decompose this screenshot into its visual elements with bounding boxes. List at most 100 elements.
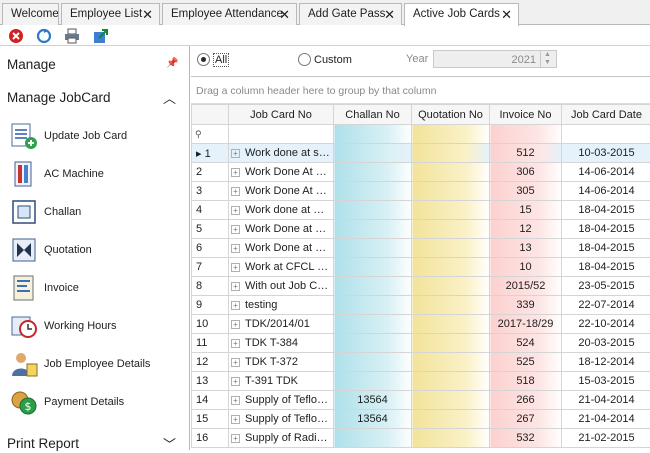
job-card-date-cell[interactable]: 18-04-2015 [562,220,650,239]
quotation-no-cell[interactable] [412,144,490,163]
expand-row-icon[interactable]: + [231,396,240,405]
job-card-date-cell[interactable]: 22-07-2014 [562,296,650,315]
job-card-no-cell[interactable]: +TDK T-372 [229,353,334,372]
radio-custom[interactable] [298,53,311,66]
invoice-no-cell[interactable]: 13 [490,239,562,258]
job-card-no-cell[interactable]: +T-391 TDK [229,372,334,391]
row-number-cell[interactable]: 13 [192,372,229,391]
table-row[interactable]: 7+Work at CFCL Site1018-04-2015 [192,258,650,277]
expand-row-icon[interactable]: + [231,434,240,443]
row-number-cell[interactable]: 7 [192,258,229,277]
job-card-date-cell[interactable]: 18-04-2015 [562,201,650,220]
quotation-no-cell[interactable] [412,410,490,429]
challan-no-cell[interactable] [334,182,412,201]
invoice-no-cell[interactable]: 524 [490,334,562,353]
sidebar-item-quotation[interactable]: Quotation [10,236,185,266]
expand-row-icon[interactable]: + [231,301,240,310]
row-number-cell[interactable]: ▸ 1 [192,144,229,163]
challan-no-cell[interactable] [334,353,412,372]
job-card-no-cell[interactable]: +TDK T-384 [229,334,334,353]
job-card-date-cell[interactable]: 20-03-2015 [562,334,650,353]
close-tab-icon[interactable]: ✕ [279,4,290,25]
quotation-no-cell[interactable] [412,258,490,277]
challan-no-cell[interactable] [334,258,412,277]
table-row[interactable]: 11+TDK T-384 52420-03-2015 [192,334,650,353]
column-header-quotation-no[interactable]: Quotation No [412,105,490,125]
table-row[interactable]: 2+Work Done At Plant 30614-06-2014 [192,163,650,182]
row-number-cell[interactable]: 9 [192,296,229,315]
quotation-no-cell[interactable] [412,429,490,448]
expand-row-icon[interactable]: + [231,168,240,177]
invoice-no-cell[interactable]: 10 [490,258,562,277]
job-card-date-cell[interactable]: 18-04-2015 [562,258,650,277]
quotation-no-cell[interactable] [412,296,490,315]
sidebar-item-working-hours[interactable]: Working Hours [10,312,185,342]
job-card-no-cell[interactable]: +Supply of Teflon Gasket [229,410,334,429]
job-card-no-cell[interactable]: +Work done at CFCL [229,201,334,220]
job-card-date-cell[interactable]: 14-06-2014 [562,163,650,182]
job-card-no-cell[interactable]: +Work done at site [229,144,334,163]
table-row[interactable]: 10+TDK/2014/012017-18/2922-10-2014 [192,315,650,334]
job-card-no-cell[interactable]: +Supply of Teflon Gasket [229,391,334,410]
job-card-no-cell[interactable]: +With out Job Card [229,277,334,296]
export-icon[interactable] [93,28,109,44]
group-header-manage-jobcard[interactable]: Manage JobCard [7,90,111,105]
table-row[interactable]: 13+T-391 TDK 51815-03-2015 [192,372,650,391]
row-number-cell[interactable]: 11 [192,334,229,353]
invoice-no-cell[interactable]: 12 [490,220,562,239]
job-card-date-cell[interactable]: 21-02-2015 [562,429,650,448]
table-row[interactable]: 16+Supply of Radiation53221-02-2015 [192,429,650,448]
table-row[interactable]: 12+TDK T-37252518-12-2014 [192,353,650,372]
challan-no-cell[interactable] [334,144,412,163]
job-card-no-cell[interactable]: +Work Done at CFCL [229,239,334,258]
job-card-no-cell[interactable]: +Work Done At Plant [229,182,334,201]
close-tab-icon[interactable]: ✕ [142,4,153,25]
column-header-challan-no[interactable]: Challan No [334,105,412,125]
job-card-date-cell[interactable]: 21-04-2014 [562,410,650,429]
table-row[interactable]: 8+With out Job Card2015/5223-05-2015 [192,277,650,296]
job-card-date-cell[interactable]: 18-12-2014 [562,353,650,372]
quotation-no-cell[interactable] [412,315,490,334]
expand-row-icon[interactable]: + [231,206,240,215]
year-spin-input[interactable]: 2021 ▲▼ [433,50,557,68]
chevron-down-icon[interactable]: ﹀ [163,434,176,453]
invoice-no-cell[interactable]: 518 [490,372,562,391]
filter-cell[interactable] [334,125,412,144]
filter-cell[interactable] [490,125,562,144]
group-by-panel[interactable]: Drag a column header here to group by th… [191,77,650,104]
job-card-date-cell[interactable]: 15-03-2015 [562,372,650,391]
quotation-no-cell[interactable] [412,163,490,182]
tab-welcome[interactable]: Welcome [2,3,59,25]
table-row[interactable]: ▸ 1+Work done at site51210-03-2015 [192,144,650,163]
expand-row-icon[interactable]: + [231,415,240,424]
expand-row-icon[interactable]: + [231,149,240,158]
expand-row-icon[interactable]: + [231,263,240,272]
row-number-cell[interactable]: 2 [192,163,229,182]
filter-cell[interactable] [229,125,334,144]
invoice-no-cell[interactable]: 525 [490,353,562,372]
quotation-no-cell[interactable] [412,182,490,201]
expand-row-icon[interactable]: + [231,358,240,367]
table-row[interactable]: 4+Work done at CFCL1518-04-2015 [192,201,650,220]
row-number-cell[interactable]: 5 [192,220,229,239]
expand-row-icon[interactable]: + [231,187,240,196]
invoice-no-cell[interactable]: 306 [490,163,562,182]
job-card-date-cell[interactable]: 23-05-2015 [562,277,650,296]
challan-no-cell[interactable] [334,220,412,239]
expand-row-icon[interactable]: + [231,282,240,291]
expand-row-icon[interactable]: + [231,377,240,386]
job-card-no-cell[interactable]: +Work Done at CFCL [229,220,334,239]
column-header-job-card-date[interactable]: Job Card Date [562,105,650,125]
challan-no-cell[interactable]: 13564 [334,391,412,410]
invoice-no-cell[interactable]: 512 [490,144,562,163]
challan-no-cell[interactable] [334,296,412,315]
refresh-icon[interactable] [36,28,52,44]
quotation-no-cell[interactable] [412,277,490,296]
filter-row[interactable]: ⚲ [192,125,650,144]
job-card-no-cell[interactable]: +Work Done At Plant [229,163,334,182]
invoice-no-cell[interactable]: 266 [490,391,562,410]
tab-employee-attendance[interactable]: Employee Attendance✕ [162,3,297,25]
invoice-no-cell[interactable]: 339 [490,296,562,315]
spin-buttons-icon[interactable]: ▲▼ [540,51,554,67]
tab-active-job-cards[interactable]: Active Job Cards✕ [404,3,519,26]
